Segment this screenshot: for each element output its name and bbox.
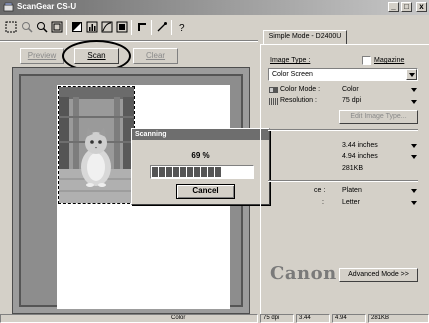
tone-curve-icon[interactable] bbox=[100, 20, 114, 34]
chevron-down-icon[interactable] bbox=[411, 201, 417, 205]
preview-label: Preview bbox=[27, 51, 57, 60]
paper-size-value[interactable]: Letter bbox=[342, 199, 360, 206]
progress-segment bbox=[166, 167, 172, 177]
status-color: Color bbox=[0, 314, 258, 323]
progress-fill bbox=[152, 167, 252, 177]
tab-simple-mode[interactable]: Simple Mode - D2400U bbox=[263, 30, 347, 44]
image-adjust-icon[interactable] bbox=[70, 20, 84, 34]
progress-segment bbox=[187, 167, 193, 177]
scangear-window: ScanGear CS-U _ □ x ? Preview Scan Clear… bbox=[0, 0, 429, 323]
magazine-label: Magazine bbox=[374, 57, 405, 64]
color-mode-icon bbox=[269, 87, 278, 93]
scanning-dialog: Scanning 69 % Cancel bbox=[131, 128, 270, 205]
cancel-button[interactable]: Cancel bbox=[176, 184, 235, 199]
color-mode-label: Color Mode : bbox=[280, 86, 321, 93]
chevron-down-icon[interactable] bbox=[411, 88, 417, 92]
status-width: 3.44 bbox=[296, 314, 330, 323]
progress-segment bbox=[180, 167, 186, 177]
status-height: 4.94 bbox=[332, 314, 366, 323]
toolbar: ? bbox=[0, 17, 258, 40]
chevron-down-icon[interactable] bbox=[411, 100, 417, 104]
paper-size-label: : bbox=[322, 199, 324, 206]
magnify-icon[interactable] bbox=[35, 20, 49, 34]
progress-bar bbox=[150, 165, 254, 179]
svg-text:?: ? bbox=[179, 23, 185, 33]
resolution-icon bbox=[269, 98, 278, 105]
progress-segment bbox=[208, 167, 214, 177]
magazine-checkbox[interactable] bbox=[362, 56, 371, 65]
clear-label: Clear bbox=[145, 51, 166, 60]
image-type-label: Image Type : bbox=[270, 57, 311, 64]
progress-percent: 69 % bbox=[191, 151, 210, 160]
advanced-mode-button[interactable]: Advanced Mode >> bbox=[339, 268, 418, 282]
help-icon[interactable]: ? bbox=[175, 20, 189, 34]
output-width-value[interactable]: 3.44 inches bbox=[342, 142, 378, 149]
panel-separator bbox=[268, 180, 418, 182]
paper-source-value[interactable]: Platen bbox=[342, 187, 362, 194]
color-mode-value[interactable]: Color bbox=[342, 86, 359, 93]
scanner-app-icon bbox=[3, 2, 14, 12]
chevron-down-icon bbox=[409, 73, 415, 77]
panel-separator bbox=[268, 129, 418, 131]
status-bar: Color 75 dpi 3.44 4.94 281KB bbox=[0, 313, 429, 323]
toolbar-divider bbox=[0, 40, 258, 42]
image-type-dropdown-button[interactable] bbox=[406, 69, 417, 80]
minimize-button[interactable]: _ bbox=[388, 2, 399, 12]
progress-segment bbox=[194, 167, 200, 177]
edit-image-type-button[interactable]: Edit Image Type... bbox=[339, 110, 418, 124]
window-title: ScanGear CS-U bbox=[17, 2, 77, 11]
image-type-value: Color Screen bbox=[272, 71, 313, 78]
progress-segment bbox=[201, 167, 207, 177]
preview-button[interactable]: Preview bbox=[20, 48, 64, 64]
dialog-title: Scanning bbox=[132, 129, 269, 140]
resolution-label: Resolution : bbox=[280, 97, 317, 104]
close-button[interactable]: x bbox=[416, 2, 427, 12]
progress-segment bbox=[215, 167, 221, 177]
final-review-icon[interactable] bbox=[135, 20, 149, 34]
toolbar-separator bbox=[151, 20, 152, 35]
toolbar-separator bbox=[171, 20, 172, 35]
output-height-value[interactable]: 4.94 inches bbox=[342, 153, 378, 160]
resolution-value[interactable]: 75 dpi bbox=[342, 97, 361, 104]
select-all-icon[interactable] bbox=[4, 20, 18, 34]
crop-icon[interactable] bbox=[50, 20, 64, 34]
chevron-down-icon[interactable] bbox=[411, 144, 417, 148]
maximize-button[interactable]: □ bbox=[401, 2, 412, 12]
threshold-icon[interactable] bbox=[115, 20, 129, 34]
progress-segment bbox=[173, 167, 179, 177]
progress-segment bbox=[159, 167, 165, 177]
crop-selection[interactable] bbox=[58, 86, 135, 204]
toolbar-separator bbox=[131, 20, 132, 35]
clear-button[interactable]: Clear bbox=[133, 48, 178, 64]
status-size: 281KB bbox=[368, 314, 429, 323]
canon-logo: Canon bbox=[270, 263, 337, 284]
progress-segment bbox=[152, 167, 158, 177]
toolbar-separator bbox=[66, 20, 67, 35]
zoom-icon[interactable] bbox=[20, 20, 34, 34]
chevron-down-icon[interactable] bbox=[411, 189, 417, 193]
title-bar: ScanGear CS-U _ □ x bbox=[0, 0, 429, 15]
image-type-select[interactable]: Color Screen bbox=[268, 68, 418, 81]
paper-source-label: ce : bbox=[314, 187, 326, 194]
file-size-value: 281KB bbox=[342, 165, 364, 172]
eyedropper-icon[interactable] bbox=[155, 20, 169, 34]
histogram-icon[interactable] bbox=[85, 20, 99, 34]
chevron-down-icon[interactable] bbox=[411, 155, 417, 159]
status-dpi: 75 dpi bbox=[260, 314, 294, 323]
